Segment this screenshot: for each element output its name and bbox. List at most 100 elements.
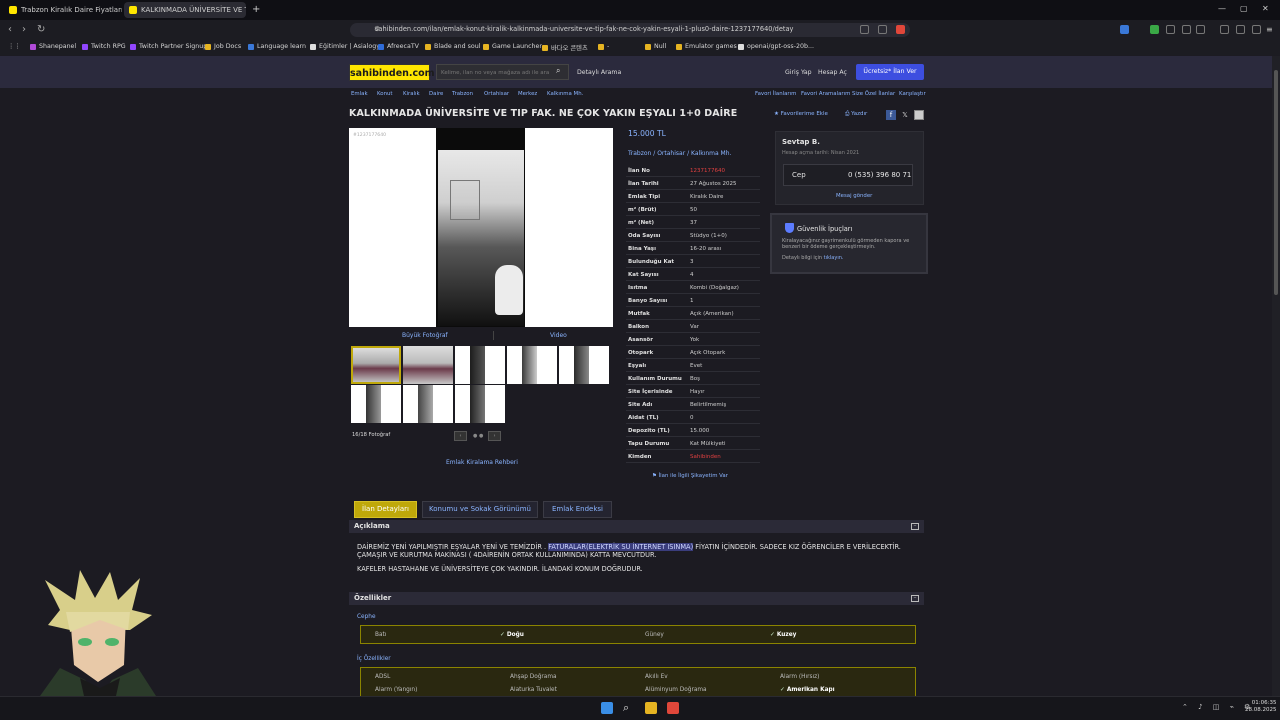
sidebar-toggle-icon[interactable] (1220, 25, 1229, 34)
extension-icon[interactable] (1150, 25, 1159, 34)
top-link-saved-searches[interactable]: Favori Aramalarım (801, 91, 850, 97)
new-tab-button[interactable]: + (252, 4, 260, 15)
extension-icon[interactable] (1182, 25, 1191, 34)
system-tray-icons[interactable]: ⌃ ♪ ◫ ⌁ ⚙ (1182, 703, 1254, 711)
breadcrumb-item[interactable]: Merkez (518, 91, 537, 97)
feature-label: Amerikan Kapı (786, 687, 835, 693)
share-icon[interactable] (878, 25, 887, 34)
site-settings-icon[interactable]: ⚙ (374, 25, 380, 33)
file-explorer-icon[interactable] (645, 702, 657, 714)
bookmark-item[interactable]: Shanepanel (30, 43, 76, 50)
bookmark-folder[interactable]: Emulator games (676, 43, 737, 50)
search-icon[interactable]: ⌕ (623, 702, 635, 714)
tab-location[interactable]: Konumu ve Sokak Görünümü (422, 501, 538, 518)
big-photo-link[interactable]: Büyük Fotoğraf (402, 332, 448, 339)
bookmark-folder[interactable]: Null (645, 43, 666, 50)
collapse-icon[interactable]: – (911, 523, 919, 530)
video-link[interactable]: Video (550, 332, 567, 339)
bookmark-folder[interactable]: Blade and soul (425, 43, 481, 50)
top-link-for-you[interactable]: Size Özel İlanlar (852, 91, 895, 97)
brave-browser-icon[interactable] (667, 702, 679, 714)
photo-thumbnail[interactable] (351, 385, 401, 423)
description-header: Açıklama (349, 520, 924, 533)
extension-icon[interactable] (1196, 25, 1205, 34)
location-city[interactable]: Trabzon (628, 150, 651, 157)
bookmark-item[interactable]: openai/gpt-oss-20b... (738, 43, 814, 50)
search-icon[interactable]: ⌕ (556, 66, 560, 76)
breadcrumb-item[interactable]: Ortahisar (484, 91, 509, 97)
browser-tab-1[interactable]: Trabzon Kiralık Daire Fiyatları ve Kir (4, 2, 122, 18)
menu-icon[interactable]: ≡ (1266, 25, 1275, 34)
profile-icon[interactable] (1252, 25, 1261, 34)
photo-thumbnail[interactable] (507, 346, 557, 384)
photo-thumbnail[interactable] (559, 346, 609, 384)
bookmark-item[interactable]: Twitch Partner Signup (130, 43, 207, 50)
breadcrumb-item[interactable]: Kiralık (403, 91, 420, 97)
browser-tab-2[interactable]: KALKINMADA ÜNİVERSİTE VE TIP FA ✕ (124, 2, 246, 18)
minimize-button[interactable]: — (1218, 4, 1226, 13)
breadcrumb-item[interactable]: Konut (377, 91, 393, 97)
phone-number[interactable]: 0 (535) 396 80 71 (848, 171, 911, 179)
search-input[interactable]: Kelime, ilan no veya mağaza adı ile ara (436, 64, 569, 80)
check-icon: ✓ (500, 632, 505, 638)
complain-link[interactable]: ⚑ İlan ile İlgili Şikayetim Var (652, 473, 728, 479)
login-link[interactable]: Giriş Yap (785, 69, 812, 76)
site-logo[interactable]: sahibinden.com (349, 64, 435, 81)
rental-guide-link[interactable]: Emlak Kiralama Rehberi (446, 459, 518, 466)
bookmark-item[interactable]: Twitch RPG (82, 43, 126, 50)
next-page-icon[interactable]: › (488, 431, 501, 441)
photo-thumbnail[interactable] (403, 346, 453, 384)
system-clock[interactable]: 01:06:35 28.08.2025 (1245, 700, 1277, 714)
bookmark-folder[interactable]: - (598, 43, 609, 50)
top-link-compare[interactable]: Karşılaştır (899, 91, 926, 97)
brave-shield-icon[interactable] (896, 25, 905, 34)
bookmark-item[interactable]: Eğitimler | Asialogy (310, 43, 380, 50)
photo-thumbnail[interactable] (351, 346, 401, 384)
photo-thumbnail[interactable] (455, 346, 505, 384)
facebook-icon[interactable]: f (886, 110, 896, 120)
bookmark-folder[interactable]: 바다오 콘텐츠 (542, 43, 588, 52)
apps-icon[interactable]: ⋮⋮ (8, 43, 21, 50)
info-key: Kat Sayısı (628, 272, 659, 278)
forward-icon[interactable]: › (22, 24, 26, 36)
favorite-add-link[interactable]: ★ Favorilerime Ekle (774, 111, 828, 117)
breadcrumb-item[interactable]: Emlak (351, 91, 368, 97)
safety-more-link[interactable]: tıklayın. (824, 255, 844, 261)
maximize-button[interactable]: ▢ (1240, 4, 1248, 13)
collapse-icon[interactable]: – (911, 595, 919, 602)
post-ad-button[interactable]: Ücretsiz* İlan Ver (856, 64, 924, 80)
location-district[interactable]: Ortahisar (657, 150, 685, 157)
bookmark-item[interactable]: AfreecaTV (378, 43, 419, 50)
send-message-link[interactable]: Mesaj gönder (836, 193, 872, 199)
url-bar[interactable]: sahibinden.com/ilan/emlak-konut-kiralik-… (350, 23, 910, 37)
breadcrumb-item[interactable]: Kalkınma Mh. (547, 91, 583, 97)
info-value: 37 (690, 220, 697, 226)
reload-icon[interactable]: ↻ (37, 24, 45, 36)
prev-page-icon[interactable]: ‹ (454, 431, 467, 441)
bookmark-item[interactable]: Language learn (248, 43, 306, 50)
top-link-favorites[interactable]: Favori İlanlarım (755, 91, 796, 97)
wallet-icon[interactable] (1236, 25, 1245, 34)
print-link[interactable]: ⎙ Yazdır (845, 111, 867, 118)
detailed-search-link[interactable]: Detaylı Arama (577, 69, 621, 76)
reader-icon[interactable] (860, 25, 869, 34)
breadcrumb-item[interactable]: Trabzon (452, 91, 473, 97)
translate-extension-icon[interactable] (1120, 25, 1129, 34)
tab-ad-details[interactable]: İlan Detayları (354, 501, 417, 518)
back-icon[interactable]: ‹ (8, 24, 12, 36)
photo-thumbnail[interactable] (403, 385, 453, 423)
extension-icon[interactable] (1166, 25, 1175, 34)
scrollbar-thumb[interactable] (1274, 70, 1278, 295)
bookmark-folder[interactable]: Job Docs (205, 43, 241, 50)
breadcrumb-item[interactable]: Daire (429, 91, 443, 97)
signup-link[interactable]: Hesap Aç (818, 69, 847, 76)
start-icon[interactable] (601, 702, 613, 714)
location-neighborhood[interactable]: Kalkınma Mh. (691, 150, 731, 157)
bookmark-folder[interactable]: Game Launcher (483, 43, 542, 50)
email-icon[interactable] (914, 110, 924, 120)
seller-name[interactable]: Sevtap B. (782, 138, 820, 146)
photo-thumbnail[interactable] (455, 385, 505, 423)
tab-real-estate-index[interactable]: Emlak Endeksi (543, 501, 612, 518)
close-window-button[interactable]: ✕ (1262, 4, 1269, 13)
x-icon[interactable]: 𝕏 (900, 110, 910, 120)
